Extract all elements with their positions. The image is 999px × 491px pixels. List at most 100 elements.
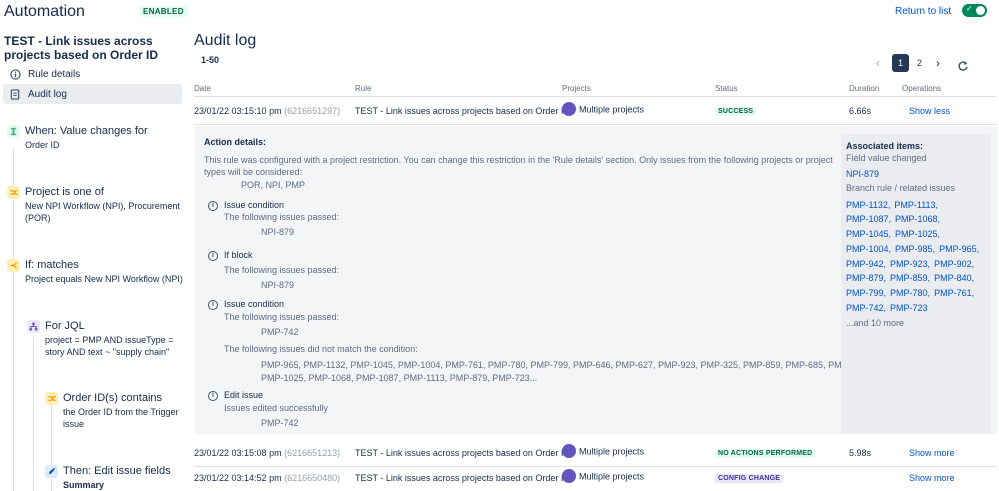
issue-link[interactable]: PMP-1113,: [894, 200, 938, 210]
action-details-title: Action details:: [204, 137, 267, 147]
row-rule-name: TEST - Link issues across projects based…: [355, 448, 570, 458]
issue-link[interactable]: PMP-1045,: [846, 229, 891, 239]
row-date: 23/01/22 03:14:52 pm (6216650480): [194, 473, 341, 483]
enabled-badge: ENABLED: [139, 6, 188, 17]
issue-link[interactable]: PMP-879,: [846, 273, 886, 283]
step-description: Project equals New NPI Workflow (NPI): [25, 274, 183, 284]
issue-link[interactable]: PMP-799,: [846, 288, 886, 298]
row-duration: 6.66s: [849, 106, 872, 116]
info-icon: i: [208, 300, 218, 310]
row-duration: 5.98s: [849, 448, 872, 458]
column-header-operations: Operations: [902, 84, 942, 93]
pencil-icon: [45, 465, 58, 478]
associated-items-title: Associated items:: [846, 141, 924, 151]
column-header-rule: Rule: [355, 84, 372, 93]
issue-link[interactable]: PMP-942,: [846, 259, 886, 269]
issue-link[interactable]: PMP-761,: [934, 288, 974, 298]
nav-item-label: Audit log: [28, 88, 67, 100]
issue-link[interactable]: PMP-1087,: [846, 214, 891, 224]
shuffle-icon: [45, 392, 58, 405]
result-range: 1-50: [201, 55, 220, 65]
column-header-duration: Duration: [849, 84, 880, 93]
issue-link[interactable]: PMP-723: [890, 303, 928, 313]
step-description: Summary: [63, 480, 105, 490]
column-header-date: Date: [194, 84, 211, 93]
table-row: 23/01/22 03:14:52 pm (6216650480) TEST -…: [194, 469, 997, 489]
issue-link[interactable]: PMP-965,: [939, 244, 979, 254]
page-1-button[interactable]: 1: [892, 54, 909, 72]
log-block-issue-condition: Issue condition The following issues pas…: [224, 200, 340, 237]
column-header-status: Status: [715, 84, 738, 93]
chevron-right-icon: ›: [936, 56, 940, 70]
globe-icon: [562, 102, 576, 116]
shuffle-icon: [7, 186, 20, 199]
globe-icon: [562, 444, 576, 458]
page-2-button[interactable]: 2: [911, 54, 928, 72]
row-divider: [194, 466, 997, 467]
issue-link[interactable]: PMP-902,: [934, 259, 974, 269]
nav-item-label: Rule details: [28, 68, 81, 80]
issue-link[interactable]: PMP-742,: [846, 303, 886, 313]
rule-sidebar: Automation ENABLED TEST - Link issues ac…: [0, 0, 188, 491]
table-row: 23/01/22 03:15:08 pm (6216651213) TEST -…: [194, 444, 997, 464]
step-title: For JQL: [45, 320, 85, 332]
rule-title: TEST - Link issues across projects based…: [4, 34, 159, 62]
rule-flow-connector: [33, 335, 34, 491]
status-badge: SUCCESS: [715, 107, 757, 116]
column-header-projects: Projects: [562, 84, 591, 93]
step-title: Then: Edit issue fields: [63, 465, 171, 477]
issue-link[interactable]: PMP-780,: [890, 288, 930, 298]
branch-icon: [7, 259, 20, 272]
step-description: project = PMP AND issueType = story AND t…: [45, 335, 174, 357]
nav-item-audit-log[interactable]: Audit log: [3, 84, 182, 104]
issue-link[interactable]: PMP-985,: [895, 244, 935, 254]
issue-link[interactable]: PMP-840,: [934, 273, 974, 283]
issue-link[interactable]: PMP-859,: [890, 273, 930, 283]
header-divider: [194, 96, 997, 97]
trigger-icon: [7, 125, 20, 138]
step-title: If: matches: [25, 259, 79, 271]
refresh-button[interactable]: [955, 57, 971, 75]
info-icon: i: [208, 251, 218, 261]
action-details-panel: Action details: This rule was configured…: [194, 126, 997, 434]
previous-page-button[interactable]: ‹: [871, 54, 885, 72]
show-less-link[interactable]: Show less: [909, 106, 950, 116]
row-date: 23/01/22 03:15:08 pm (6216651213): [194, 448, 341, 458]
step-title: Order ID(s) contains: [63, 392, 163, 404]
page-title: Audit log: [194, 32, 257, 49]
row-projects: Multiple projects: [562, 102, 644, 117]
row-rule-name: TEST - Link issues across projects based…: [355, 473, 570, 483]
issue-link[interactable]: PMP-1025,: [895, 229, 940, 239]
nav-item-rule-details[interactable]: Rule details: [3, 64, 182, 84]
restriction-notice: Action details: This rule was configured…: [204, 137, 833, 190]
toggle-knob: [976, 6, 985, 15]
step-description: New NPI Workflow (NPI), Procurement (POR): [25, 201, 180, 223]
show-more-link[interactable]: Show more: [909, 473, 955, 483]
step-title: Project is one of: [25, 186, 104, 198]
row-projects: Multiple projects: [562, 444, 644, 459]
log-block-issue-condition-2: Issue condition The following issues pas…: [224, 299, 869, 383]
log-block-if-block: If block The following issues passed: NP…: [224, 250, 340, 290]
row-rule-name: TEST - Link issues across projects based…: [355, 106, 570, 116]
issue-link[interactable]: NPI-879: [846, 169, 879, 179]
row-divider: [194, 124, 997, 125]
step-description: the Order ID from the Trigger issue: [63, 407, 179, 429]
issue-link[interactable]: PMP-1132,: [846, 200, 890, 210]
row-projects: Multiple projects: [562, 469, 644, 484]
check-icon: ✓: [966, 4, 973, 13]
issue-link[interactable]: PMP-1068,: [895, 214, 940, 224]
issue-link[interactable]: PMP-923,: [890, 259, 930, 269]
table-row: 23/01/22 03:15:10 pm (6216651297) TEST -…: [194, 102, 997, 122]
status-badge: NO ACTIONS PERFORMED: [715, 449, 816, 458]
show-more-link[interactable]: Show more: [909, 448, 955, 458]
app-title: Automation: [4, 3, 85, 20]
log-block-edit-issue: Edit issue Issues edited successfully PM…: [224, 390, 329, 428]
issue-link[interactable]: PMP-1004,: [846, 244, 891, 254]
chevron-left-icon: ‹: [876, 56, 880, 70]
rule-enabled-toggle[interactable]: ✓: [962, 4, 987, 17]
globe-icon: [562, 469, 576, 483]
step-title: When: Value changes for: [25, 125, 148, 137]
related-issue-links: PMP-1132, PMP-1113, PMP-1087, PMP-1068, PMP-…: [846, 198, 986, 316]
next-page-button[interactable]: ›: [931, 54, 945, 72]
return-to-list-link[interactable]: Return to list: [895, 6, 951, 17]
